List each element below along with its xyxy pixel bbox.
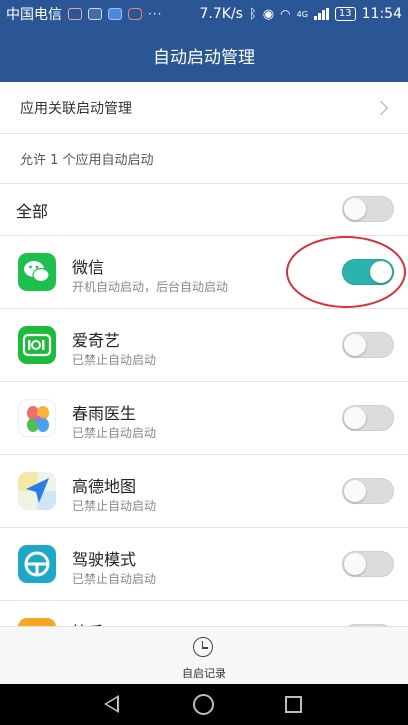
toggle-knob [344, 334, 366, 356]
toggle-knob [370, 261, 392, 283]
toggle-knob [344, 198, 366, 220]
app-row-chunyu: 春雨医生 已禁止自动启动 [0, 382, 408, 455]
toggle-knob [344, 407, 366, 429]
wechat-icon [18, 253, 56, 291]
all-apps-row: 全部 [0, 184, 408, 236]
app-status: 已禁止自动启动 [72, 572, 157, 586]
driving-mode-toggle[interactable] [342, 551, 394, 577]
app-name: 微信 [72, 258, 105, 277]
network-type: 4G [296, 9, 308, 19]
app-status: 已禁止自动启动 [72, 353, 157, 367]
app-notification-icon [128, 8, 142, 20]
app-row-amap: 高德地图 已禁止自动启动 [0, 455, 408, 528]
clock-icon [193, 637, 213, 657]
chevron-right-icon [373, 100, 389, 115]
iqiyi-icon [18, 326, 56, 364]
navigation-bar [0, 684, 408, 725]
app-header: 自动启动管理 [0, 28, 408, 82]
app-name: 高德地图 [72, 477, 137, 496]
app-row-iqiyi: 爱奇艺 已禁止自动启动 [0, 309, 408, 382]
home-icon[interactable] [193, 694, 214, 715]
all-apps-toggle[interactable] [342, 196, 394, 222]
amap-toggle[interactable] [342, 478, 394, 504]
bluetooth-icon: ᛒ [248, 6, 257, 22]
page-title: 自动启动管理 [153, 47, 255, 68]
linked-startup-label: 应用关联启动管理 [20, 100, 132, 117]
summary-row: 允许 1 个应用自动启动 [0, 134, 408, 184]
more-notifications-icon: ··· [148, 7, 163, 21]
summary-text: 允许 1 个应用自动启动 [20, 153, 154, 168]
startup-records-label: 自启记录 [182, 667, 226, 680]
eye-icon: ◉ [262, 6, 275, 22]
chunyu-toggle[interactable] [342, 405, 394, 431]
notification-icon [68, 8, 82, 20]
app-row-wechat: 微信 开机自动启动，后台自动启动 [0, 236, 408, 309]
app-name: 驾驶模式 [72, 550, 137, 569]
battery-icon: 13 [334, 7, 356, 21]
gallery-notification-icon [88, 8, 102, 20]
app-status: 已禁止自动启动 [72, 499, 157, 513]
recent-apps-icon[interactable] [285, 696, 302, 713]
app-status: 开机自动启动，后台自动启动 [72, 280, 229, 294]
toggle-knob [344, 553, 366, 575]
network-speed: 7.7K/s [199, 6, 243, 22]
status-bar: 中国电信 ··· 7.7K/s ᛒ ◉ ◠ 4G 13 11:54 [0, 0, 408, 28]
image-notification-icon [108, 8, 122, 20]
bottom-bar: 自启记录 [0, 626, 408, 684]
carrier-label: 中国电信 [6, 7, 62, 23]
back-icon[interactable] [104, 695, 119, 713]
toggle-knob [344, 480, 366, 502]
steering-wheel-icon [18, 545, 56, 583]
app-status: 已禁止自动启动 [72, 426, 157, 440]
startup-records-button[interactable]: 自启记录 [154, 627, 254, 685]
linked-startup-row[interactable]: 应用关联启动管理 [0, 82, 408, 134]
wifi-icon: ◠ [280, 7, 291, 21]
signal-icon [313, 8, 329, 20]
iqiyi-toggle[interactable] [342, 332, 394, 358]
map-arrow-icon [18, 472, 56, 510]
app-row-driving-mode: 驾驶模式 已禁止自动启动 [0, 528, 408, 601]
all-apps-label: 全部 [16, 201, 49, 221]
wechat-toggle[interactable] [342, 259, 394, 285]
petals-icon [18, 399, 56, 437]
app-name: 春雨医生 [72, 404, 137, 423]
app-name: 爱奇艺 [72, 331, 121, 350]
clock-time: 11:54 [361, 6, 402, 22]
